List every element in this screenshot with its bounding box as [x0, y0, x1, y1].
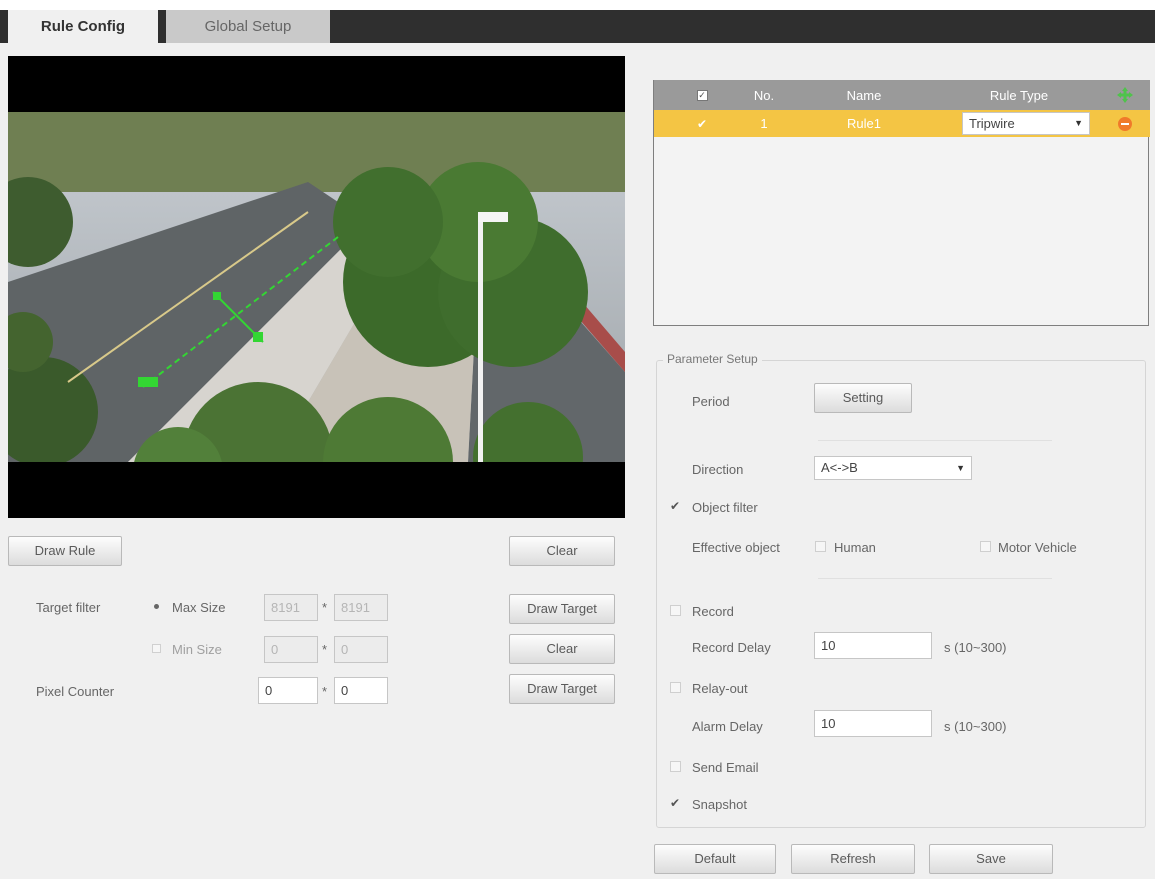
refresh-button[interactable]: Refresh — [791, 844, 915, 874]
motor-vehicle-checkbox[interactable] — [980, 541, 991, 552]
target-filter-label: Target filter — [36, 600, 101, 615]
rule-no: 1 — [760, 116, 768, 131]
setting-button[interactable]: Setting — [814, 383, 912, 413]
draw-rule-button[interactable]: Draw Rule — [8, 536, 122, 566]
rule-type-value: Tripwire — [969, 116, 1015, 131]
tab-rule-config[interactable]: Rule Config — [8, 10, 158, 43]
save-button[interactable]: Save — [929, 844, 1053, 874]
draw-target-pixel-button[interactable]: Draw Target — [509, 674, 615, 704]
record-checkbox[interactable] — [670, 605, 681, 616]
clear-button[interactable]: Clear — [509, 536, 615, 566]
human-checkbox[interactable] — [815, 541, 826, 552]
max-width-input[interactable]: 8191 — [264, 594, 318, 621]
min-size-check[interactable] — [152, 644, 161, 653]
object-filter-label: Object filter — [692, 500, 758, 515]
tripwire-handle — [138, 377, 158, 387]
parameter-setup-panel — [656, 360, 1146, 828]
snapshot-label: Snapshot — [692, 797, 747, 812]
human-label: Human — [834, 540, 876, 555]
rule-table: ✓ No. Name Rule Type ✔ 1 Rule1 Tripwire … — [653, 80, 1150, 326]
add-rule-icon[interactable] — [1112, 80, 1138, 110]
tab-global-setup[interactable]: Global Setup — [166, 10, 330, 43]
rule-table-header: ✓ No. Name Rule Type — [654, 80, 1150, 110]
relay-out-checkbox[interactable] — [670, 682, 681, 693]
row-checkbox[interactable]: ✔ — [690, 110, 714, 137]
max-size-label: Max Size — [172, 600, 226, 615]
record-delay-input[interactable]: 10 — [814, 632, 932, 659]
direction-value: A<->B — [821, 460, 858, 475]
column-no: No. — [753, 87, 775, 103]
video-preview[interactable] — [8, 56, 625, 518]
times-symbol: * — [322, 600, 328, 615]
max-size-radio[interactable] — [152, 602, 162, 612]
min-size-label: Min Size — [172, 642, 222, 657]
tab-bar: Rule Config Global Setup — [0, 0, 1155, 43]
pixel-counter-label: Pixel Counter — [36, 684, 115, 699]
column-rule-type: Rule Type — [989, 87, 1049, 103]
camera-scene — [8, 112, 625, 462]
divider — [818, 440, 1052, 441]
max-height-input[interactable]: 8191 — [334, 594, 388, 621]
alarm-delay-unit: s (10~300) — [944, 719, 1007, 734]
effective-object-label: Effective object — [692, 540, 780, 555]
check-icon: ✓ — [696, 89, 708, 101]
record-delay-label: Record Delay — [692, 640, 771, 655]
min-height-input[interactable]: 0 — [334, 636, 388, 663]
clear-target-button[interactable]: Clear — [509, 634, 615, 664]
rule-type-select[interactable]: Tripwire ▼ — [962, 112, 1090, 135]
divider — [818, 578, 1052, 579]
snapshot-checkbox[interactable]: ✔ — [670, 796, 684, 810]
object-filter-checkbox[interactable]: ✔ — [670, 499, 684, 513]
record-label: Record — [692, 604, 734, 619]
send-email-label: Send Email — [692, 760, 759, 775]
parameter-setup-legend: Parameter Setup — [663, 352, 762, 366]
select-all-checkbox[interactable]: ✓ — [690, 80, 714, 110]
period-label: Period — [692, 394, 730, 409]
alarm-delay-input[interactable]: 10 — [814, 710, 932, 737]
table-row[interactable]: ✔ 1 Rule1 Tripwire ▼ — [654, 110, 1150, 137]
min-width-input[interactable]: 0 — [264, 636, 318, 663]
motor-vehicle-label: Motor Vehicle — [998, 540, 1077, 555]
chevron-down-icon: ▼ — [956, 463, 965, 473]
times-symbol: * — [322, 642, 328, 657]
delete-rule-icon[interactable] — [1112, 110, 1138, 137]
default-button[interactable]: Default — [654, 844, 776, 874]
times-symbol: * — [322, 684, 328, 699]
relay-out-label: Relay-out — [692, 681, 748, 696]
rule-name: Rule1 — [847, 116, 881, 131]
draw-target-button[interactable]: Draw Target — [509, 594, 615, 624]
direction-label: Direction — [692, 462, 744, 477]
delete-icon — [1118, 116, 1132, 131]
chevron-down-icon: ▼ — [1074, 118, 1083, 128]
check-icon: ✔ — [696, 116, 708, 131]
pixel-height-input[interactable]: 0 — [334, 677, 388, 704]
column-name: Name — [846, 87, 882, 103]
record-delay-unit: s (10~300) — [944, 640, 1007, 655]
direction-select[interactable]: A<->B ▼ — [814, 456, 972, 480]
pixel-width-input[interactable]: 0 — [258, 677, 318, 704]
alarm-delay-label: Alarm Delay — [692, 719, 763, 734]
add-icon — [1117, 87, 1133, 103]
send-email-checkbox[interactable] — [670, 761, 681, 772]
